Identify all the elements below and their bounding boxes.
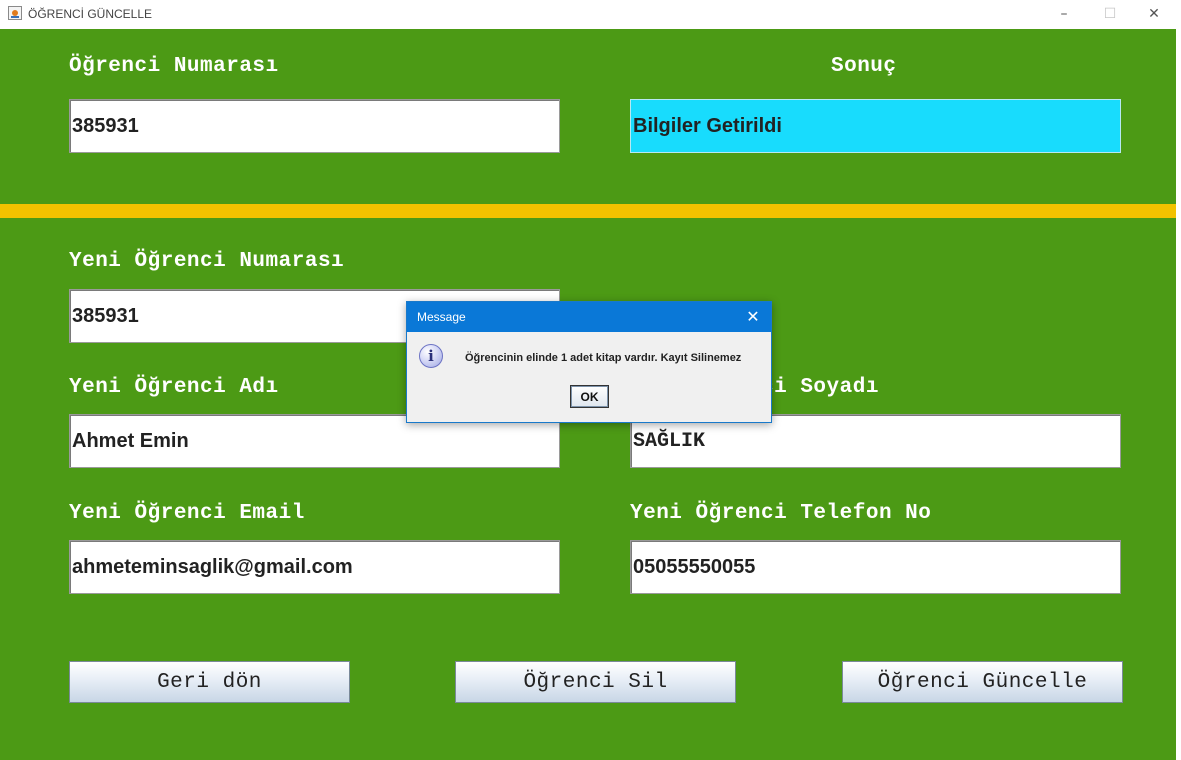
java-app-icon [8, 6, 22, 20]
new-phone-input[interactable]: 05055550055 [630, 540, 1121, 594]
student-number-label: Öğrenci Numarası [69, 55, 279, 78]
minimize-icon[interactable]: – [1041, 0, 1087, 29]
section-divider [0, 204, 1176, 218]
window-titlebar: ÖĞRENCİ GÜNCELLE – ☐ ✕ [0, 0, 1181, 30]
window-edge [1176, 29, 1181, 760]
dialog-close-icon[interactable]: ✕ [741, 305, 765, 329]
back-button[interactable]: Geri dön [69, 661, 350, 703]
delete-student-button[interactable]: Öğrenci Sil [455, 661, 736, 703]
student-number-input[interactable]: 385931 [69, 99, 560, 153]
new-email-input[interactable]: ahmeteminsaglik@gmail.com [69, 540, 560, 594]
result-label: Sonuç [831, 55, 897, 78]
update-student-button[interactable]: Öğrenci Güncelle [842, 661, 1123, 703]
information-icon: i [419, 344, 443, 368]
dialog-message: Öğrencinin elinde 1 adet kitap vardır. K… [465, 352, 742, 364]
close-icon[interactable]: ✕ [1131, 0, 1177, 29]
new-email-label: Yeni Öğrenci Email [69, 502, 305, 525]
dialog-titlebar: Message ✕ [407, 302, 771, 332]
maximize-icon[interactable]: ☐ [1087, 0, 1133, 29]
window-title: ÖĞRENCİ GÜNCELLE [28, 7, 153, 21]
message-dialog: Message ✕ i Öğrencinin elinde 1 adet kit… [406, 301, 772, 423]
new-phone-label: Yeni Öğrenci Telefon No [630, 502, 932, 525]
ok-button[interactable]: OK [570, 385, 609, 408]
result-field: Bilgiler Getirildi [630, 99, 1121, 153]
dialog-title: Message [417, 310, 466, 324]
new-name-label: Yeni Öğrenci Adı [69, 376, 279, 399]
new-number-label: Yeni Öğrenci Numarası [69, 250, 345, 273]
